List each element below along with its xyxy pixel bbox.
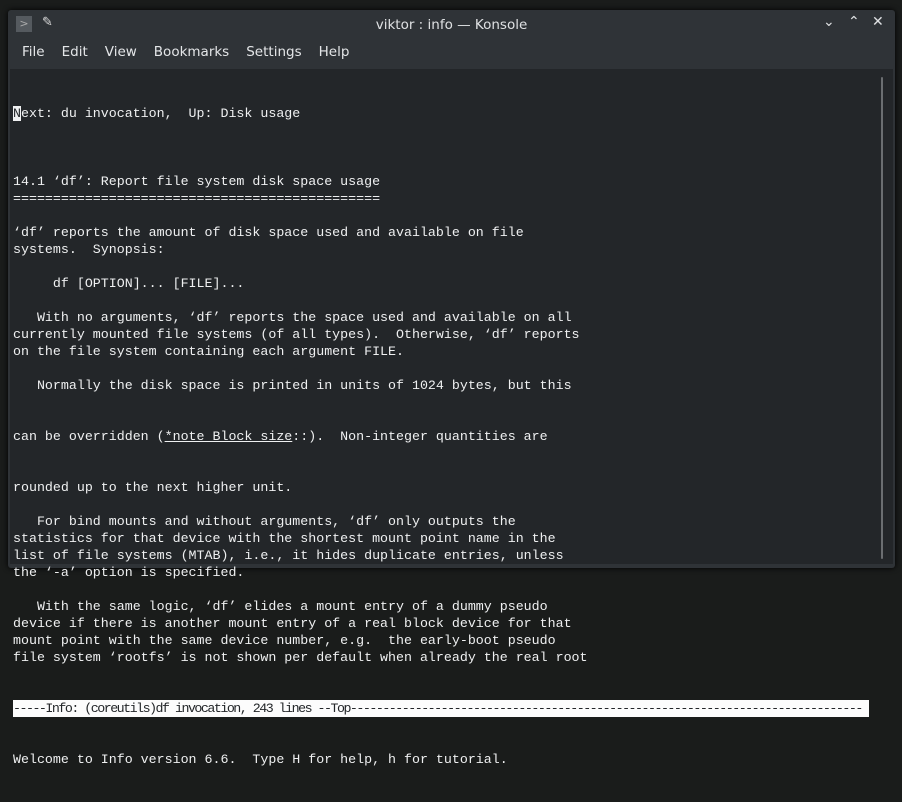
- terminal-line: systems. Synopsis:: [13, 242, 165, 257]
- minimize-button[interactable]: ⌄: [823, 14, 835, 30]
- nav-header: ext: du invocation, Up: Disk usage: [20, 106, 301, 121]
- terminal-line: Normally the disk space is printed in un…: [13, 378, 572, 393]
- terminal-line: 14.1 ‘df’: Report file system disk space…: [13, 174, 381, 189]
- close-button[interactable]: ✕: [872, 14, 884, 30]
- menu-edit[interactable]: Edit: [54, 44, 97, 60]
- terminal-line: can be overridden (*note Block size::). …: [13, 428, 873, 445]
- menu-settings[interactable]: Settings: [238, 44, 310, 60]
- menu-bookmarks[interactable]: Bookmarks: [146, 44, 238, 60]
- terminal-line: ‘df’ reports the amount of disk space us…: [13, 225, 524, 240]
- terminal-line: With no arguments, ‘df’ reports the spac…: [13, 310, 572, 325]
- terminal-area[interactable]: Next: du invocation, Up: Disk usage 14.1…: [10, 69, 893, 767]
- window-title: viktor : info — Konsole: [375, 17, 528, 33]
- title-bar: > ✎ viktor : info — Konsole ⌄ ⌃ ✕: [8, 10, 895, 40]
- line-text: can be overridden (: [13, 429, 165, 444]
- terminal-line: the ‘-a’ option is specified.: [13, 565, 245, 580]
- scrollbar[interactable]: [881, 77, 883, 559]
- terminal-line: statistics for that device with the shor…: [13, 531, 556, 546]
- info-status-line: -----Info: (coreutils)df invocation, 243…: [13, 700, 869, 717]
- konsole-window: > ✎ viktor : info — Konsole ⌄ ⌃ ✕ File E…: [8, 10, 895, 767]
- echo-area: Welcome to Info version 6.6. Type H for …: [13, 752, 508, 767]
- line-text: ::). Non-integer quantities are: [292, 429, 548, 444]
- menu-help[interactable]: Help: [311, 44, 359, 60]
- terminal-line: list of file systems (MTAB), i.e., it hi…: [13, 548, 564, 563]
- terminal-line: With the same logic, ‘df’ elides a mount…: [13, 599, 548, 614]
- menu-view[interactable]: View: [97, 44, 146, 60]
- block-size-link[interactable]: *note Block size: [165, 429, 293, 444]
- terminal-line: mount point with the same device number,…: [13, 633, 556, 648]
- menu-file[interactable]: File: [14, 44, 54, 60]
- text-cursor: N: [13, 106, 21, 121]
- terminal-output: Next: du invocation, Up: Disk usage 14.1…: [13, 71, 873, 802]
- terminal-line: Next: du invocation, Up: Disk usage: [13, 105, 873, 122]
- menu-bar: File Edit View Bookmarks Settings Help: [14, 44, 358, 60]
- terminal-line: rounded up to the next higher unit.: [13, 480, 293, 495]
- terminal-line: df [OPTION]... [FILE]...: [13, 276, 245, 291]
- terminal-line: file system ‘rootfs’ is not shown per de…: [13, 650, 588, 665]
- terminal-line: For bind mounts and without arguments, ‘…: [13, 514, 516, 529]
- maximize-button[interactable]: ⌃: [848, 14, 860, 30]
- terminal-line: device if there is another mount entry o…: [13, 616, 572, 631]
- terminal-line: on the file system containing each argum…: [13, 344, 404, 359]
- terminal-line: currently mounted file systems (of all t…: [13, 327, 580, 342]
- terminal-line: ========================================…: [13, 191, 381, 206]
